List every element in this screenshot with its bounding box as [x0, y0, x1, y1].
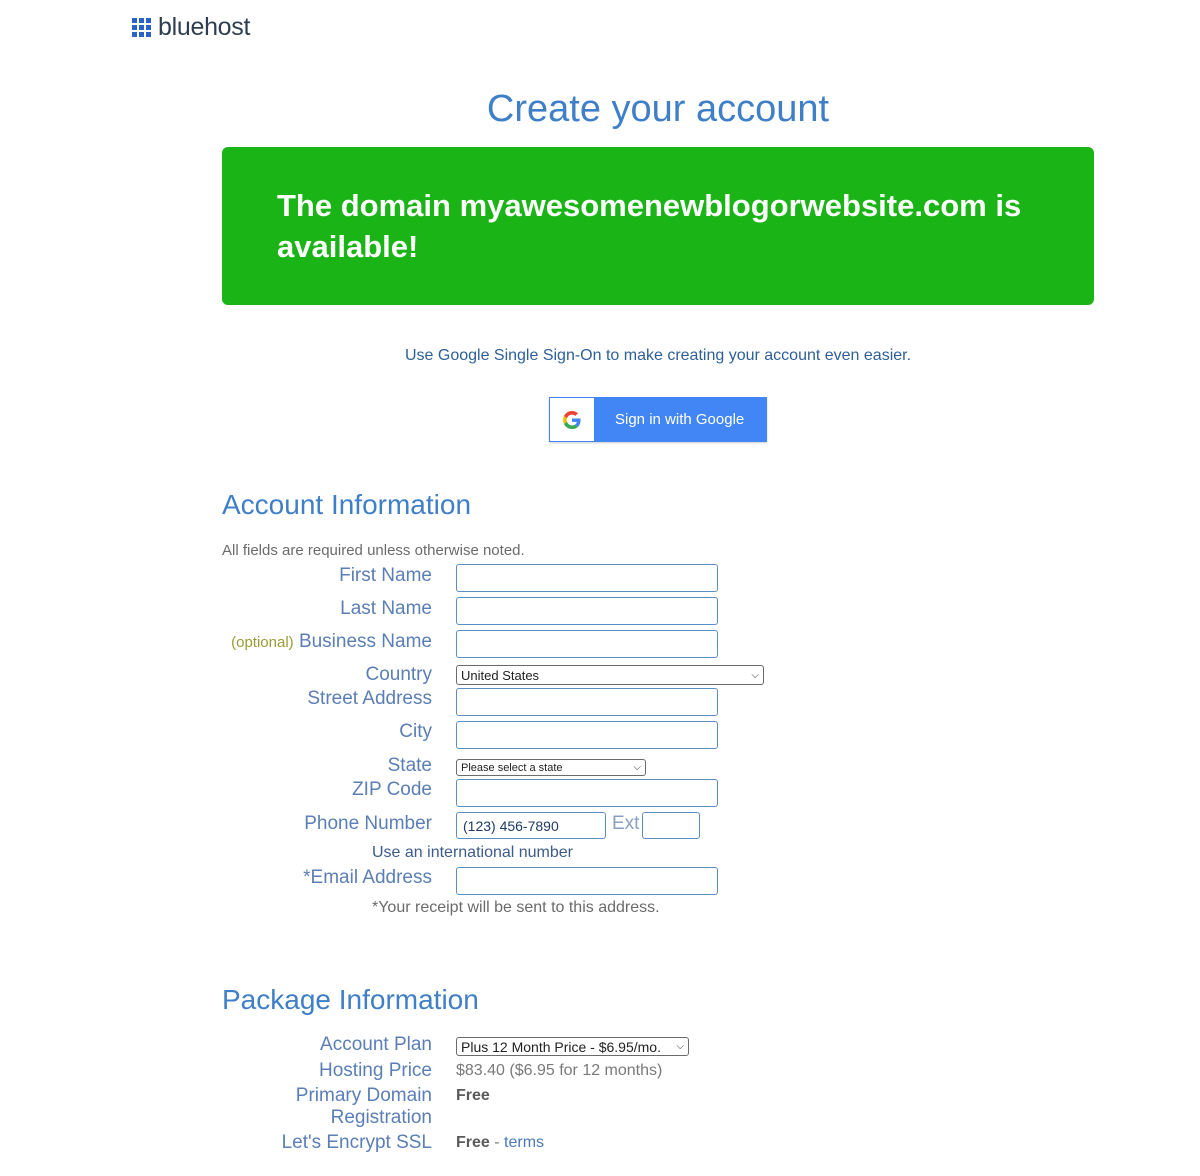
- first-name-field[interactable]: [456, 564, 718, 592]
- country-select[interactable]: United States ⌵: [456, 665, 764, 685]
- ssl-value-row: Free - terms: [456, 1134, 544, 1152]
- international-number-link[interactable]: Use an international number: [372, 844, 573, 862]
- domain-available-banner: The domain myawesomenewblogorwebsite.com…: [222, 147, 1094, 305]
- primary-domain-label: Primary Domain: [295, 1085, 432, 1106]
- sso-prompt: Use Google Single Sign-On to make creati…: [404, 347, 912, 364]
- state-value: Please select a state: [461, 761, 563, 774]
- ext-label: Ext: [612, 813, 640, 834]
- ssl-value: Free: [456, 1134, 490, 1151]
- country-value: United States: [461, 667, 540, 683]
- zip-code-field[interactable]: [456, 779, 718, 807]
- ssl-terms-link[interactable]: terms: [504, 1134, 544, 1151]
- business-name-label-row: (optional) Business Name: [0, 631, 432, 653]
- email-address-label: *Email Address: [303, 867, 432, 888]
- account-plan-value: Plus 12 Month Price - $6.95/mo.: [461, 1038, 661, 1055]
- package-information-heading: Package Information: [222, 984, 479, 1015]
- business-name-label: Business Name: [298, 631, 432, 652]
- registration-label: Registration: [330, 1107, 432, 1128]
- phone-number-value: (123) 456-7890: [463, 817, 559, 834]
- country-label: Country: [365, 664, 432, 685]
- ssl-label: Let's Encrypt SSL: [281, 1132, 432, 1153]
- account-information-heading: Account Information: [222, 489, 472, 520]
- email-address-field[interactable]: [456, 867, 718, 895]
- ssl-separator: -: [489, 1134, 505, 1151]
- page-title: Create your account: [486, 88, 830, 130]
- banner-message: The domain myawesomenewblogorwebsite.com…: [277, 188, 1022, 264]
- hosting-price-value: $83.40 ($6.95 for 12 months): [456, 1062, 663, 1079]
- phone-number-label: Phone Number: [304, 813, 432, 834]
- street-address-label: Street Address: [307, 688, 432, 709]
- street-address-field[interactable]: [456, 688, 718, 716]
- domain-registration-value: Free: [456, 1087, 490, 1104]
- google-sign-in-button[interactable]: Sign in with Google: [549, 397, 767, 442]
- account-plan-label: Account Plan: [320, 1034, 432, 1055]
- email-receipt-note: *Your receipt will be sent to this addre…: [372, 899, 660, 916]
- business-name-field[interactable]: [456, 630, 718, 658]
- state-select[interactable]: Please select a state ⌵: [456, 759, 646, 776]
- state-label: State: [387, 755, 432, 776]
- optional-tag: (optional): [231, 634, 294, 651]
- last-name-label: Last Name: [340, 598, 432, 619]
- bluehost-logo[interactable]: bluehost: [132, 13, 250, 42]
- logo-text: bluehost: [158, 13, 251, 41]
- phone-number-field[interactable]: (123) 456-7890: [456, 812, 606, 839]
- hosting-price-label: Hosting Price: [319, 1060, 432, 1081]
- chevron-down-icon: ⌵: [676, 1041, 684, 1052]
- chevron-down-icon: ⌵: [633, 762, 641, 773]
- chevron-down-icon: ⌵: [751, 669, 759, 681]
- city-field[interactable]: [456, 721, 718, 749]
- required-fields-note: All fields are required unless otherwise…: [222, 542, 525, 559]
- google-icon: [550, 398, 594, 441]
- city-label: City: [399, 721, 432, 742]
- first-name-label: First Name: [339, 565, 432, 586]
- zip-code-label: ZIP Code: [352, 779, 432, 800]
- google-button-label: Sign in with Google: [615, 411, 745, 428]
- account-plan-select[interactable]: Plus 12 Month Price - $6.95/mo. ⌵: [456, 1037, 689, 1056]
- last-name-field[interactable]: [456, 597, 718, 625]
- grid-logo-icon: [132, 18, 151, 37]
- phone-ext-field[interactable]: [642, 812, 700, 839]
